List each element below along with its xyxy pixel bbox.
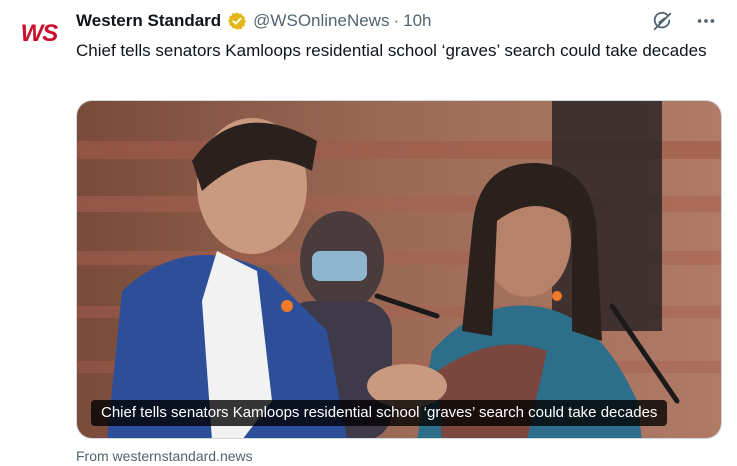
grok-icon[interactable]	[649, 8, 675, 34]
timestamp[interactable]: 10h	[403, 9, 431, 33]
display-name[interactable]: Western Standard	[76, 9, 221, 33]
news-photo	[77, 101, 721, 438]
verified-badge-icon	[227, 11, 247, 31]
source-link[interactable]: From westernstandard.news	[76, 446, 253, 466]
media-caption: Chief tells senators Kamloops residentia…	[91, 400, 668, 426]
tweet-text: Chief tells senators Kamloops residentia…	[76, 41, 707, 60]
more-options-icon[interactable]	[693, 8, 719, 34]
user-handle[interactable]: @WSOnlineNews	[253, 9, 389, 33]
tweet-actions	[649, 8, 719, 34]
tweet-header: Western Standard @WSOnlineNews · 10h	[76, 9, 432, 33]
separator-dot: ·	[393, 11, 400, 30]
link-card-image[interactable]	[76, 100, 722, 439]
avatar[interactable]: WS	[12, 14, 66, 54]
avatar-logo-text: WS	[20, 20, 59, 47]
